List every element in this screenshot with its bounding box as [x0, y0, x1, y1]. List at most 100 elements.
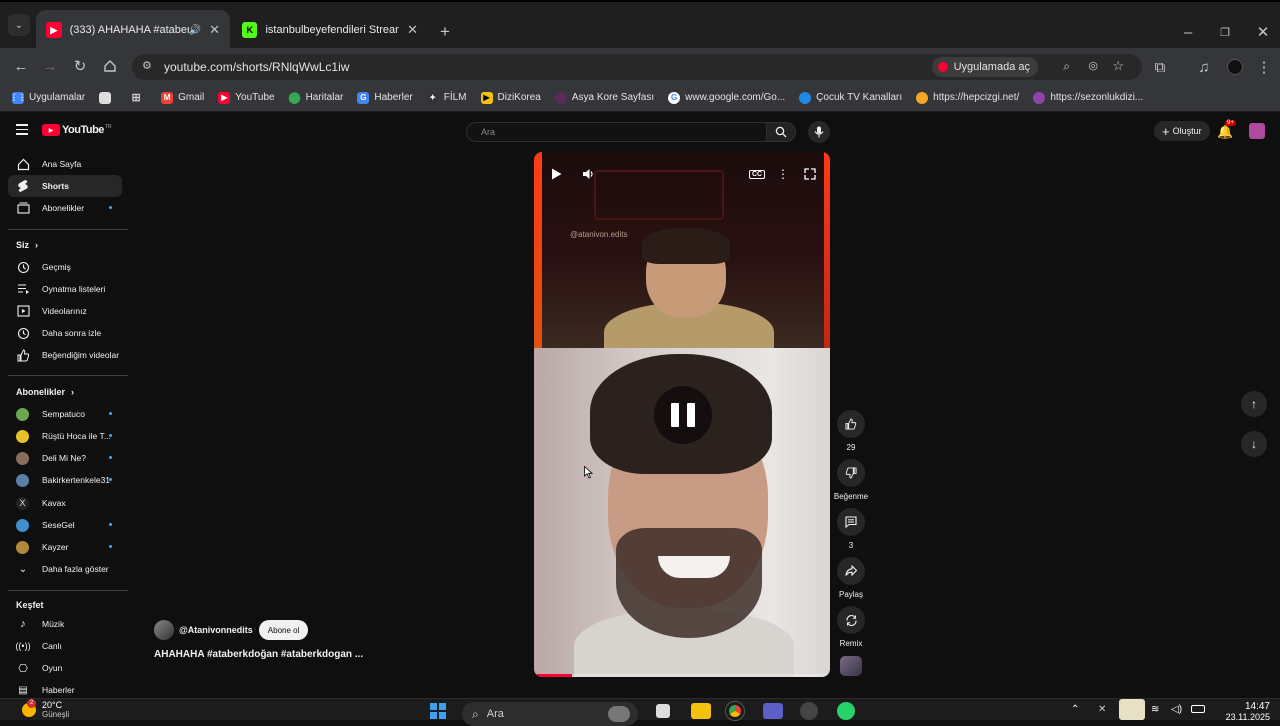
youtube-logo[interactable]: ▶ YouTube TR	[42, 124, 112, 136]
bookmark-film[interactable]: ✦ FİLM	[426, 91, 467, 104]
taskbar-search[interactable]: ⌕ Ara	[462, 702, 638, 726]
sidebar-item-playlists[interactable]: Oynatma listeleri	[8, 278, 122, 300]
sidebar-item-live[interactable]: ((•)) Canlı	[8, 635, 122, 657]
tray-battery-icon[interactable]	[1191, 705, 1205, 713]
subscribe-button[interactable]: Abone ol	[258, 620, 309, 640]
window-close-icon[interactable]: ✕	[1251, 20, 1275, 44]
forward-icon[interactable]: →	[38, 54, 62, 78]
video-progress-bar[interactable]	[534, 674, 830, 677]
like-button[interactable]	[837, 410, 865, 438]
bookmark-blank[interactable]	[99, 91, 116, 104]
file-explorer-icon[interactable]	[691, 703, 711, 719]
bookmark-grid[interactable]: ⊞	[130, 92, 147, 104]
sidebar-channel-rustu-hoca[interactable]: Rüştü Hoca ile T...	[8, 425, 122, 447]
account-avatar[interactable]	[1249, 123, 1265, 139]
sound-source-thumbnail[interactable]	[840, 656, 862, 676]
sidebar-item-history[interactable]: Geçmiş	[8, 256, 122, 278]
sidebar-item-subscriptions[interactable]: Abonelikler	[8, 197, 122, 219]
back-icon[interactable]: ←	[9, 54, 33, 78]
play-icon[interactable]	[546, 164, 566, 184]
tab-close-icon[interactable]: ✕	[407, 22, 418, 38]
whatsapp-icon[interactable]	[837, 702, 855, 720]
dislike-button[interactable]	[837, 459, 865, 487]
tab-kick-stream[interactable]: K istanbulbeyefendileri Stream - ✕	[232, 10, 428, 50]
bookmark-maps[interactable]: ⬤ Haritalar	[288, 92, 343, 104]
bookmark-youtube[interactable]: ▶ YouTube	[218, 91, 275, 104]
browser-menu-icon[interactable]: ⋮	[1252, 55, 1276, 79]
search-input[interactable]: Ara	[466, 122, 766, 142]
tab-youtube-short[interactable]: ▶ (333) AHAHAHA #ataberkdoğan 🔊 ✕	[36, 10, 230, 50]
section-subscriptions[interactable]: Abonelikler ›	[16, 387, 74, 397]
comments-action[interactable]: 3	[832, 508, 870, 550]
bookmark-hepcizgi[interactable]: https://hepcizgi.net/	[916, 91, 1019, 104]
tray-chevron-up-icon[interactable]: ⌃	[1071, 704, 1079, 715]
sidebar-channel-kavax[interactable]: X Kavax	[8, 492, 122, 514]
sidebar-item-watch-later[interactable]: Daha sonra izle	[8, 322, 122, 344]
tab-search-icon[interactable]: ⌄	[8, 14, 30, 36]
app-icon[interactable]	[800, 702, 818, 720]
sidebar-channel-sesegel[interactable]: SeseGel	[8, 514, 122, 536]
bookmark-star-icon[interactable]: ☆	[1112, 58, 1124, 74]
pause-button[interactable]	[654, 386, 712, 444]
sidebar-channel-deli-mi-ne[interactable]: Deli Mi Ne?	[8, 447, 122, 469]
tray-mic-off-icon[interactable]: ✕	[1098, 704, 1106, 715]
shorts-video-player[interactable]: @atanivon.edits CC ⋮	[534, 152, 830, 677]
bookmark-gmail[interactable]: M Gmail	[161, 91, 204, 104]
minimize-icon[interactable]: –	[1176, 20, 1200, 44]
channel-name[interactable]: @Atanivonnedits	[179, 625, 253, 635]
sidebar-channel-bakirkertenkele31[interactable]: Bakirkertenkele31	[8, 469, 122, 491]
sidebar-item-your-videos[interactable]: Videolarınız	[8, 300, 122, 322]
remix-action[interactable]: Remix	[832, 606, 870, 648]
new-tab-icon[interactable]: +	[433, 20, 457, 44]
volume-icon[interactable]	[578, 164, 598, 184]
task-view-icon[interactable]	[656, 704, 670, 718]
tray-microphone-icon[interactable]	[1119, 699, 1145, 720]
zoom-icon[interactable]: ⌕	[1063, 59, 1070, 74]
teams-icon[interactable]	[763, 703, 783, 719]
sidebar-channel-sempatuco[interactable]: Sempatuco	[8, 403, 122, 425]
reload-icon[interactable]: ↻	[68, 54, 92, 78]
open-in-app-button[interactable]: Uygulamada aç	[931, 57, 1038, 77]
media-control-icon[interactable]: ♫	[1192, 55, 1216, 79]
more-options-icon[interactable]: ⋮	[773, 164, 793, 184]
restore-icon[interactable]: ❐	[1213, 20, 1237, 44]
windows-start-icon[interactable]	[430, 703, 446, 719]
bookmark-dizikorea[interactable]: ▶ DiziKorea	[480, 91, 541, 104]
bookmark-apps[interactable]: ⋮⋮ Uygulamalar	[10, 91, 85, 104]
sidebar-show-more[interactable]: ⌄ Daha fazla göster	[8, 558, 122, 580]
fullscreen-icon[interactable]	[800, 164, 820, 184]
bookmark-cocuk-tv[interactable]: Çocuk TV Kanalları	[799, 91, 902, 104]
hamburger-menu-icon[interactable]	[16, 124, 28, 135]
like-action[interactable]: 29	[832, 410, 870, 452]
bookmark-google[interactable]: Gwww.google.com/Go...	[668, 91, 785, 104]
bookmark-sezonlukdizi[interactable]: https://sezonlukdizi...	[1033, 91, 1143, 104]
speaker-icon[interactable]: 🔊	[189, 25, 201, 36]
dislike-action[interactable]: Beğenme	[832, 459, 870, 501]
sidebar-item-music[interactable]: ♪ Müzik	[8, 613, 122, 635]
comments-button[interactable]	[837, 508, 865, 536]
channel-avatar[interactable]	[154, 620, 174, 640]
weather-widget[interactable]: 2 20°C Güneşli	[22, 699, 69, 720]
tray-wifi-icon[interactable]: ≋	[1151, 704, 1159, 715]
sidebar-item-shorts[interactable]: Shorts	[8, 175, 122, 197]
notifications-button[interactable]: 🔔 9+	[1217, 120, 1236, 141]
eye-off-icon[interactable]: ◎	[1088, 59, 1098, 72]
sidebar-item-liked-videos[interactable]: Beğendiğim videolar	[8, 344, 122, 366]
share-action[interactable]: Paylaş	[832, 557, 870, 599]
share-button[interactable]	[837, 557, 865, 585]
bookmark-asya[interactable]: Asya Kore Sayfası	[554, 91, 654, 104]
chrome-icon[interactable]	[725, 701, 745, 721]
tray-volume-icon[interactable]: ◁)	[1171, 704, 1182, 715]
next-short-button[interactable]: ↓	[1241, 431, 1267, 457]
previous-short-button[interactable]: ↑	[1241, 391, 1267, 417]
voice-search-button[interactable]	[808, 121, 830, 143]
profile-avatar[interactable]	[1223, 55, 1247, 79]
tab-close-icon[interactable]: ✕	[209, 22, 220, 38]
remix-button[interactable]	[837, 606, 865, 634]
address-bar[interactable]: ⚙ youtube.com/shorts/RNlqWwLc1iw Uygulam…	[132, 54, 1142, 80]
site-info-icon[interactable]: ⚙	[142, 59, 152, 72]
sidebar-item-gaming[interactable]: ⎔ Oyun	[8, 657, 122, 679]
captions-icon[interactable]: CC	[747, 164, 767, 184]
url-text[interactable]: youtube.com/shorts/RNlqWwLc1iw	[164, 60, 349, 74]
home-button-icon[interactable]	[98, 54, 122, 78]
